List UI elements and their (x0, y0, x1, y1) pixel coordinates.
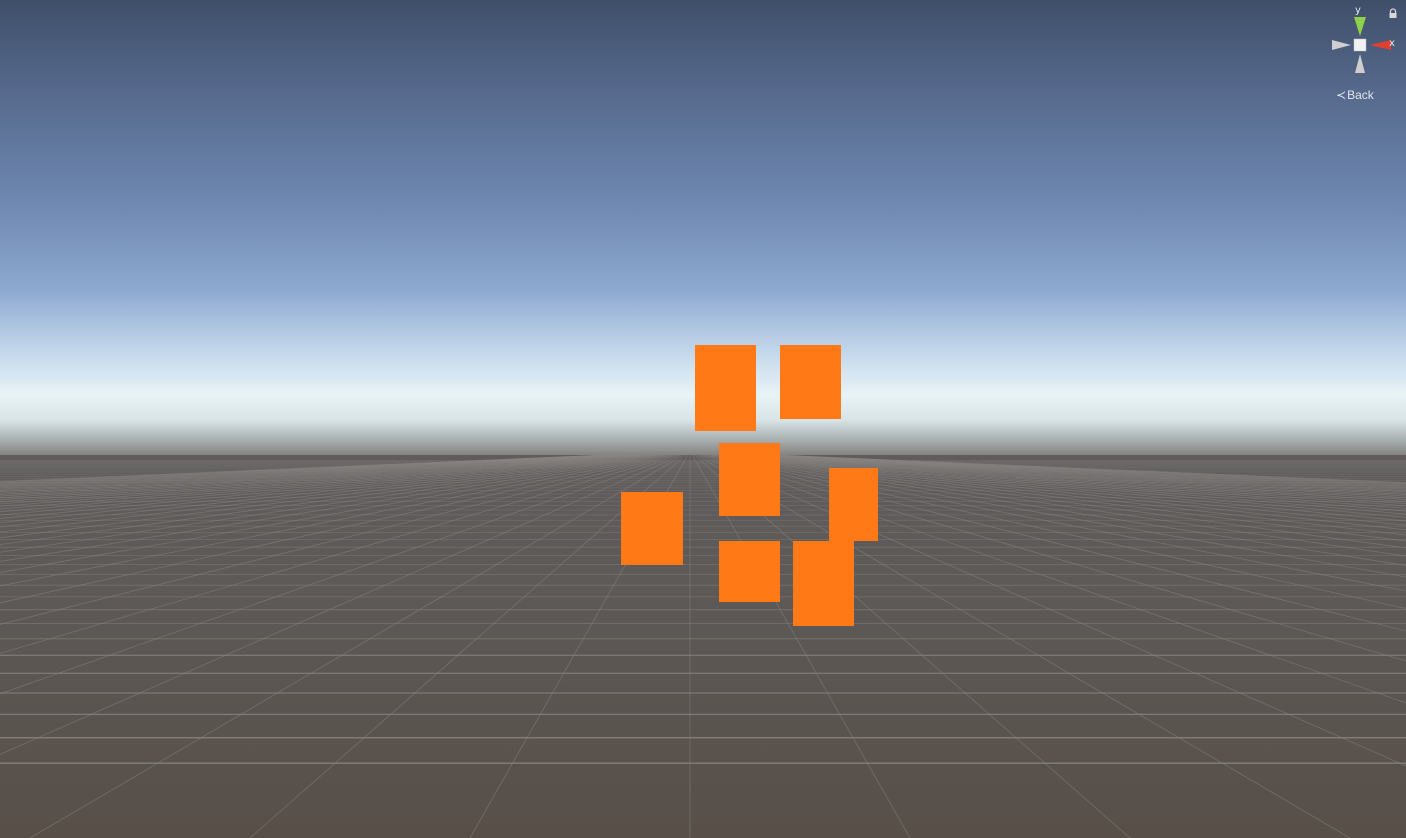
grid-line-converging (707, 454, 1406, 609)
grid-line-converging (718, 454, 1406, 549)
grid-line-converging (700, 454, 1406, 704)
scene-object-cube[interactable] (719, 443, 780, 516)
chevron-left-icon: ≺ (1336, 88, 1347, 102)
grid-line-converging (716, 454, 1406, 557)
gizmo-center-cube[interactable] (1353, 38, 1367, 52)
scene-object-cube[interactable] (793, 541, 854, 626)
grid-line-converging (0, 454, 605, 483)
grid-line-converging (725, 454, 1406, 531)
grid-line-converging (0, 454, 603, 482)
x-axis-label: x (1389, 38, 1395, 49)
neg-x-axis-cone[interactable] (1332, 40, 1351, 50)
scene-object-cube[interactable] (719, 541, 780, 602)
grid-line-converging (714, 454, 1406, 566)
view-label-back[interactable]: ≺Back (1336, 88, 1374, 102)
scene-object-cube[interactable] (621, 492, 683, 565)
y-axis-cone[interactable] (1354, 17, 1366, 36)
lock-icon[interactable] (1388, 8, 1398, 20)
scene-object-cube[interactable] (829, 468, 878, 541)
x-axis-cone[interactable] (1370, 40, 1391, 50)
grid-line-converging (0, 454, 622, 491)
grid-line-converging (0, 454, 675, 625)
grid-line-converging (698, 454, 1406, 767)
grid-line-converging (703, 454, 1406, 662)
orientation-gizmo[interactable]: y x ≺Back (1320, 0, 1406, 110)
grid-line-converging (0, 454, 620, 490)
scene-object-cube[interactable] (780, 345, 841, 419)
neg-y-axis-cone[interactable] (1355, 54, 1365, 73)
view-label-text: Back (1347, 88, 1374, 102)
scene-object-cube[interactable] (695, 345, 756, 431)
grid-line-converging (709, 454, 1406, 592)
y-axis-label: y (1355, 5, 1361, 16)
grid-line-converging (696, 454, 1351, 838)
grid-line-converging (711, 454, 1406, 578)
grid-line-converging (29, 454, 684, 838)
grid-line-converging (720, 454, 1406, 542)
scene-view[interactable]: y x ≺Back (0, 0, 1406, 838)
grid-line-converging (0, 454, 677, 654)
grid-line-converging (0, 454, 653, 523)
grid-line-converging (705, 454, 1406, 632)
